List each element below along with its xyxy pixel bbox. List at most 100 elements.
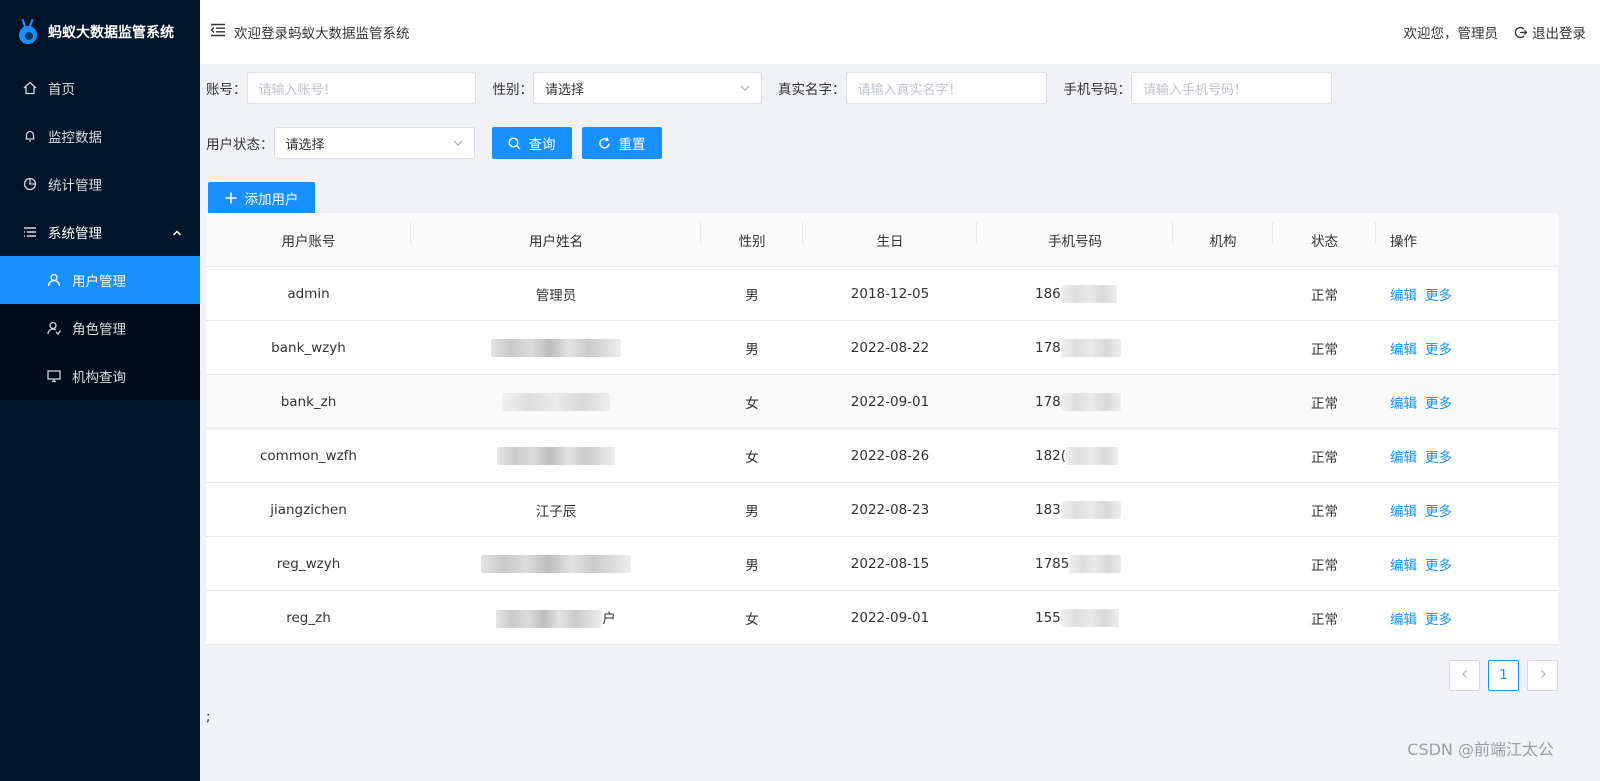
- edit-link[interactable]: 编辑: [1390, 558, 1417, 574]
- table-row: reg_zh 户 女 2022-09-01 155 正常 编辑 更多: [206, 591, 1558, 645]
- watermark: CSDN @前端江太公: [1407, 740, 1554, 759]
- cell-actions: 编辑 更多: [1376, 500, 1558, 520]
- col-org: 机构: [1173, 221, 1273, 250]
- ant-logo-icon: [18, 18, 38, 45]
- phone-prefix: 183: [1035, 501, 1061, 518]
- edit-link[interactable]: 编辑: [1390, 612, 1417, 628]
- cell-account: reg_wzyh: [276, 555, 341, 572]
- edit-link[interactable]: 编辑: [1390, 504, 1417, 520]
- header-welcome: 欢迎登录蚂蚁大数据监管系统: [234, 26, 410, 42]
- cell-status: 正常: [1311, 503, 1338, 520]
- cell-account: bank_wzyh: [271, 339, 346, 356]
- cell-status: 正常: [1311, 287, 1338, 304]
- phone-prefix: 155: [1035, 609, 1061, 626]
- realname-input[interactable]: 请输入真实名字！: [845, 72, 1047, 104]
- sidebar-item-system[interactable]: 系统管理: [0, 208, 200, 256]
- more-link[interactable]: 更多: [1425, 504, 1452, 520]
- col-phone: 手机号码: [977, 221, 1173, 250]
- sidebar-item-label: 监控数据: [48, 130, 102, 146]
- more-link[interactable]: 更多: [1425, 612, 1452, 628]
- cell-actions: 编辑 更多: [1376, 608, 1558, 628]
- edit-link[interactable]: 编辑: [1390, 396, 1417, 412]
- menu-fold-icon[interactable]: [210, 23, 226, 41]
- sidebar-item-org[interactable]: 机构查询: [0, 352, 200, 400]
- cell-account: reg_zh: [286, 609, 331, 626]
- cell-phone: 178: [977, 392, 1173, 411]
- cell-phone: 183: [977, 500, 1173, 519]
- name-suffix: 户: [602, 611, 616, 627]
- sidebar: 蚂蚁大数据监管系统 首页 监控数据 统计管理 系统管理 用户管理 角色管理 机构…: [0, 0, 200, 781]
- phone-input[interactable]: 请输入手机号码！: [1131, 72, 1332, 104]
- sidebar-item-roles[interactable]: 角色管理: [0, 304, 200, 352]
- status-select[interactable]: 请选择: [273, 127, 475, 159]
- next-page-button[interactable]: [1527, 660, 1558, 691]
- redacted-phone: [1066, 446, 1119, 465]
- table-row: jiangzichen 江子辰 男 2022-08-23 183 正常 编辑 更多: [206, 483, 1558, 537]
- cell-name: [411, 554, 701, 573]
- cell-birthday: 2022-09-01: [850, 609, 930, 626]
- realname-label: 真实名字：: [778, 82, 846, 98]
- reset-button[interactable]: 重置: [581, 127, 662, 159]
- cell-phone: 1785: [977, 554, 1173, 573]
- table-header: 用户账号 用户姓名 性别 生日 手机号码 机构 状态 操作: [206, 213, 1558, 267]
- edit-link[interactable]: 编辑: [1390, 342, 1417, 358]
- cell-birthday: 2022-09-01: [850, 393, 930, 410]
- sidebar-item-label: 统计管理: [48, 178, 102, 194]
- prev-page-button[interactable]: [1449, 660, 1480, 691]
- cell-status: 正常: [1311, 557, 1338, 574]
- more-link[interactable]: 更多: [1425, 558, 1452, 574]
- col-account: 用户账号: [206, 221, 411, 250]
- sidebar-item-home[interactable]: 首页: [0, 64, 200, 112]
- cell-gender: 男: [745, 503, 759, 520]
- logout-button[interactable]: 退出登录: [1514, 22, 1586, 42]
- search-button[interactable]: 查询: [491, 127, 572, 159]
- cell-phone: 178: [977, 338, 1173, 357]
- reset-button-label: 重置: [618, 137, 646, 153]
- cell-name: 户: [411, 607, 701, 628]
- cell-actions: 编辑 更多: [1376, 338, 1558, 358]
- cell-gender: 男: [745, 557, 759, 574]
- home-icon: [22, 80, 38, 96]
- cell-account: common_wzfh: [260, 447, 357, 464]
- more-link[interactable]: 更多: [1425, 288, 1452, 304]
- cell-birthday: 2022-08-23: [850, 501, 930, 518]
- add-user-label: 添加用户: [244, 192, 299, 208]
- sidebar-item-users[interactable]: 用户管理: [0, 256, 200, 304]
- col-status: 状态: [1273, 221, 1376, 250]
- cell-gender: 女: [745, 449, 759, 466]
- cell-birthday: 2022-08-26: [850, 447, 930, 464]
- redacted-phone: [1060, 392, 1121, 411]
- more-link[interactable]: 更多: [1425, 342, 1452, 358]
- search-button-label: 查询: [528, 137, 556, 153]
- redacted-phone: [1060, 500, 1121, 519]
- redacted-name: [491, 338, 621, 357]
- edit-link[interactable]: 编辑: [1390, 450, 1417, 466]
- sidebar-item-label: 机构查询: [72, 370, 126, 386]
- more-link[interactable]: 更多: [1425, 450, 1452, 466]
- cell-phone: 182(: [977, 446, 1173, 465]
- logout-icon: [1514, 26, 1527, 39]
- sidebar-item-stats[interactable]: 统计管理: [0, 160, 200, 208]
- role-icon: [46, 320, 62, 336]
- account-input[interactable]: 请输入账号！: [246, 72, 476, 104]
- chevron-down-icon: [452, 137, 464, 153]
- redacted-phone: [1069, 554, 1122, 573]
- table-row: admin 管理员 男 2018-12-05 186 正常 编辑 更多: [206, 267, 1558, 321]
- add-user-button[interactable]: 添加用户: [208, 182, 315, 214]
- cell-phone: 186: [977, 284, 1173, 303]
- bell-icon: [22, 128, 38, 144]
- cell-birthday: 2022-08-15: [850, 555, 930, 572]
- table-row: bank_wzyh 男 2022-08-22 178 正常 编辑 更多: [206, 321, 1558, 375]
- more-link[interactable]: 更多: [1425, 396, 1452, 412]
- sidebar-item-monitor[interactable]: 监控数据: [0, 112, 200, 160]
- filter-row-2: 用户状态： 请选择 查询 重置: [206, 127, 662, 159]
- phone-prefix: 186: [1035, 285, 1061, 302]
- cell-name: [411, 392, 701, 411]
- gender-select-value: 请选择: [545, 82, 585, 98]
- app-logo[interactable]: 蚂蚁大数据监管系统: [0, 0, 200, 64]
- edit-link[interactable]: 编辑: [1390, 288, 1417, 304]
- gender-select[interactable]: 请选择: [533, 72, 762, 104]
- table-row: reg_wzyh 男 2022-08-15 1785 正常 编辑 更多: [206, 537, 1558, 591]
- redacted-phone: [1060, 608, 1119, 627]
- page-1-button[interactable]: 1: [1488, 660, 1519, 691]
